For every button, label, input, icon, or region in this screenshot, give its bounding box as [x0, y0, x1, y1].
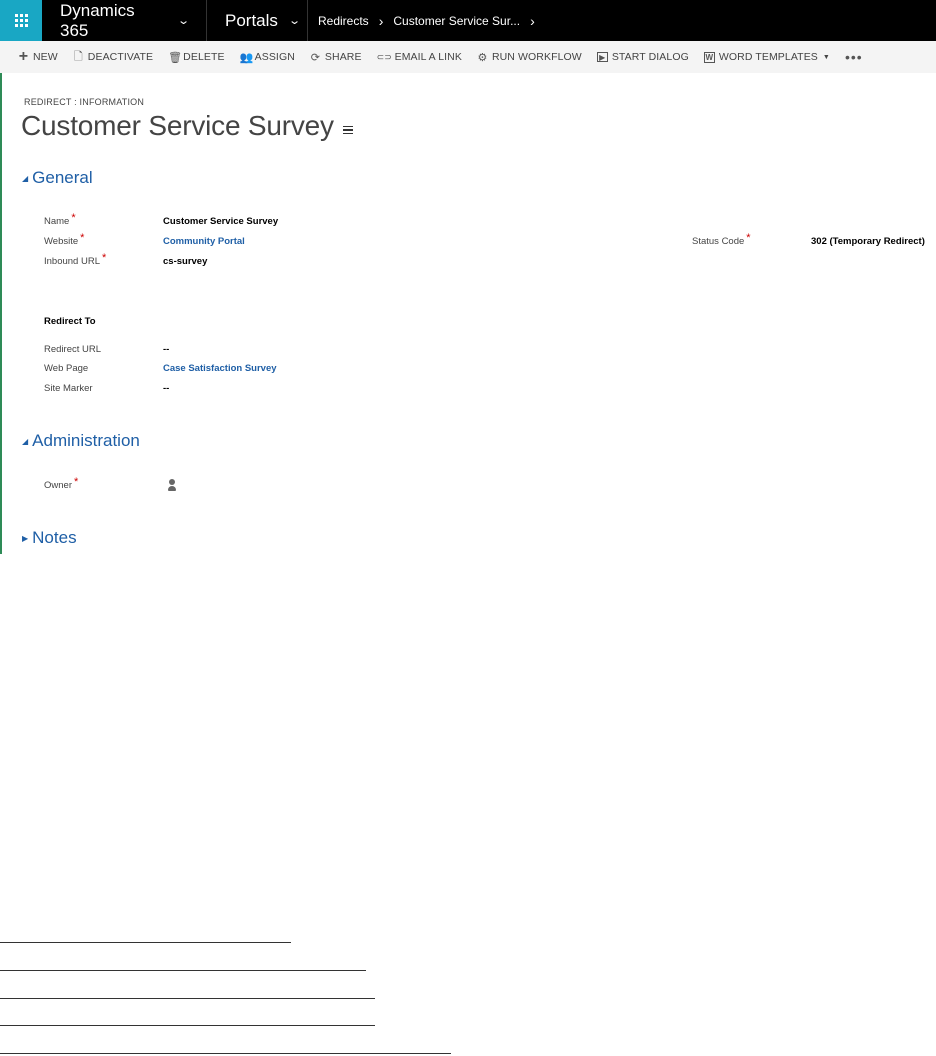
field-website: Website * Community Portal: [44, 232, 304, 248]
breadcrumb-redirects[interactable]: Redirects: [318, 14, 369, 28]
redirect-to-heading: Redirect To: [44, 316, 96, 327]
breadcrumb: Redirects › Customer Service Sur... ›: [308, 0, 545, 41]
workflow-icon: ⚙: [477, 51, 488, 64]
email-link-button[interactable]: ⊂⊃ EMAIL A LINK: [377, 51, 462, 63]
field-label: Name *: [44, 212, 76, 227]
waffle-icon: [14, 14, 28, 27]
field-label: Redirect URL: [44, 343, 102, 355]
field-label: Web Page: [44, 362, 89, 374]
user-icon[interactable]: [168, 479, 176, 492]
delete-button[interactable]: 🗑 DELETE: [168, 51, 224, 64]
field-web-page: Web Page Case Satisfaction Survey: [44, 361, 304, 375]
section-notes-header[interactable]: ▶ Notes: [22, 528, 77, 548]
section-notes-title: Notes: [32, 528, 77, 547]
web-page-link[interactable]: Case Satisfaction Survey: [163, 363, 277, 374]
site-marker-value[interactable]: --: [163, 383, 169, 394]
chevron-right-icon: ›: [378, 12, 384, 29]
deactivate-button[interactable]: 🗋 DEACTIVATE: [73, 48, 153, 67]
section-general-title: General: [32, 168, 93, 187]
field-status-code: Status Code * 302 (Temporary Redirect): [692, 232, 932, 248]
required-mark: *: [746, 232, 751, 244]
delete-label: DELETE: [183, 51, 225, 63]
share-label: SHARE: [324, 51, 362, 63]
field-label: Inbound URL *: [44, 252, 107, 267]
field-label: Owner *: [44, 476, 79, 491]
form-accent-bar: [0, 73, 2, 554]
assign-button[interactable]: 👥 ASSIGN: [240, 51, 295, 64]
section-administration-title: Administration: [32, 431, 140, 450]
link-icon: ⊂⊃: [376, 51, 392, 62]
website-link[interactable]: Community Portal: [163, 236, 245, 247]
word-templates-label: WORD TEMPLATES: [718, 51, 818, 63]
command-bar: + NEW 🗋 DEACTIVATE 🗑 DELETE 👥 ASSIGN ⟳ S…: [0, 41, 936, 73]
plus-icon: +: [18, 48, 29, 65]
word-templates-button[interactable]: W WORD TEMPLATES ▼: [703, 51, 830, 63]
field-label: Status Code *: [692, 232, 751, 247]
required-mark: *: [73, 476, 79, 488]
field-label: Site Marker: [44, 382, 93, 394]
field-redirect-url: Redirect URL --: [44, 342, 304, 356]
divider-line: [0, 970, 366, 971]
run-workflow-button[interactable]: ⚙ RUN WORKFLOW: [477, 51, 582, 64]
entity-form-label: REDIRECT : INFORMATION: [24, 97, 145, 107]
new-button[interactable]: + NEW: [18, 48, 58, 65]
form-selector-icon[interactable]: [342, 125, 353, 135]
share-icon: ⟳: [310, 51, 321, 64]
area-name: Portals: [225, 10, 278, 30]
app-launcher-button[interactable]: [0, 0, 42, 41]
chevron-down-icon: ⌄: [288, 15, 301, 27]
redirect-url-value[interactable]: --: [163, 344, 169, 355]
page-title: Customer Service Survey: [21, 110, 353, 142]
field-site-marker: Site Marker --: [44, 381, 304, 395]
more-commands-button[interactable]: •••: [845, 49, 863, 65]
run-workflow-label: RUN WORKFLOW: [491, 51, 582, 63]
caret-down-icon: ▼: [822, 53, 830, 61]
status-code-value[interactable]: 302 (Temporary Redirect): [811, 236, 925, 247]
breadcrumb-current-record[interactable]: Customer Service Sur...: [393, 14, 520, 28]
assign-icon: 👥: [239, 51, 254, 64]
field-label: Website *: [44, 232, 85, 247]
required-mark: *: [80, 232, 85, 244]
expand-triangle-icon: ▶: [22, 533, 29, 543]
name-value[interactable]: Customer Service Survey: [163, 216, 278, 227]
trash-icon: 🗑: [168, 51, 183, 64]
field-inbound-url: Inbound URL * cs-survey: [44, 252, 304, 268]
chevron-down-icon: ⌄: [176, 15, 190, 27]
divider-line: [0, 1053, 451, 1054]
word-icon: W: [703, 51, 715, 63]
divider-line: [0, 1025, 375, 1026]
section-administration-header[interactable]: ◢ Administration: [22, 431, 140, 451]
collapse-triangle-icon: ◢: [22, 436, 29, 446]
dialog-icon: ▶: [596, 52, 608, 62]
assign-label: ASSIGN: [254, 51, 295, 63]
app-switcher[interactable]: Dynamics 365 ⌄: [42, 0, 207, 41]
email-link-label: EMAIL A LINK: [394, 51, 462, 63]
required-mark: *: [71, 212, 76, 224]
divider-line: [0, 998, 375, 999]
area-switcher[interactable]: Portals ⌄: [207, 0, 308, 41]
share-button[interactable]: ⟳ SHARE: [310, 51, 362, 64]
start-dialog-label: START DIALOG: [611, 51, 689, 63]
deactivate-label: DEACTIVATE: [87, 51, 154, 63]
required-mark: *: [101, 252, 107, 264]
record-title-text: Customer Service Survey: [21, 110, 334, 141]
start-dialog-button[interactable]: ▶ START DIALOG: [596, 51, 689, 63]
top-navigation-bar: Dynamics 365 ⌄ Portals ⌄ Redirects › Cus…: [0, 0, 936, 41]
deactivate-icon: 🗋: [73, 50, 83, 63]
app-name: Dynamics 365: [60, 0, 135, 40]
field-name: Name * Customer Service Survey: [44, 212, 304, 228]
section-general-header[interactable]: ◢ General: [22, 168, 93, 188]
chevron-right-icon[interactable]: ›: [530, 13, 535, 29]
new-label: NEW: [33, 51, 58, 63]
inbound-url-value[interactable]: cs-survey: [163, 256, 207, 267]
collapse-triangle-icon: ◢: [22, 173, 29, 183]
divider-line: [0, 942, 291, 943]
